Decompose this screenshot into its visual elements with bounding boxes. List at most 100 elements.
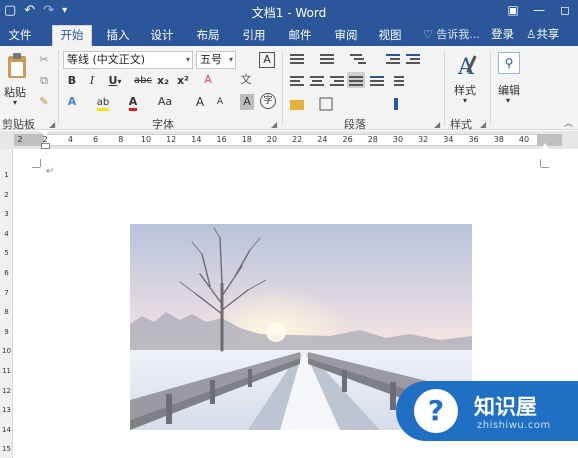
ruler-tick-label: 28 — [367, 135, 378, 144]
font-size-select[interactable]: 五号 ▾ — [196, 51, 236, 69]
paragraph-launcher-icon[interactable]: ◢ — [434, 120, 440, 129]
ribbon-home: 粘贴 ▾ ✂ ⧉ ✎ 剪贴板 ◢ 等线 (中文正文) ▾ 五号 ▾ A A 文 B … — [0, 46, 578, 131]
tab-home[interactable]: 开始 — [52, 25, 92, 46]
crop-mark — [32, 167, 40, 168]
ruler-tick-label: 3 — [4, 210, 9, 219]
login-link[interactable]: 登录 — [491, 26, 514, 42]
ruler-tick-label: 22 — [292, 135, 303, 144]
cut-icon[interactable]: ✂ — [36, 52, 52, 68]
font-color-button[interactable]: A — [122, 94, 144, 111]
watermark-domain: zhishiwu.com — [477, 420, 551, 431]
paste-button[interactable]: 粘贴 ▾ — [4, 52, 30, 108]
strikethrough-button[interactable]: abc — [132, 73, 154, 89]
clear-format-icon[interactable]: A — [200, 72, 216, 88]
decrease-indent-icon — [386, 54, 400, 56]
collapse-ribbon-icon[interactable]: ︿ — [564, 116, 573, 129]
ruler-tick-label: 13 — [2, 406, 11, 415]
char-border-icon[interactable]: A — [259, 52, 275, 68]
styles-launcher-icon[interactable]: ◢ — [480, 120, 486, 129]
shading-icon — [290, 100, 304, 110]
format-painter-icon[interactable]: ✎ — [36, 94, 52, 110]
ruler-tick-label: 10 — [2, 347, 11, 356]
vertical-ruler[interactable]: 1 2 3 4 5 6 7 8 9 10 11 12 13 14 15 — [0, 149, 13, 458]
ruler-tick-label: 5 — [4, 249, 9, 258]
crop-mark — [541, 167, 549, 168]
copy-icon[interactable]: ⧉ — [36, 73, 52, 89]
paragraph-mark: ↵ — [46, 166, 55, 177]
ruler-tick-label: 2 — [17, 135, 23, 144]
tab-references[interactable]: 引用 — [236, 26, 272, 46]
horizontal-ruler[interactable]: 2 2 4 6 8 10 12 14 16 18 20 22 24 26 28 30 32 34 36 38 40 — [0, 131, 578, 149]
tab-mailings[interactable]: 邮件 — [282, 26, 318, 46]
maximize-button[interactable]: ◻ — [552, 0, 578, 22]
ruler-tick-label: 8 — [4, 308, 9, 317]
pinyin-guide-icon[interactable]: 文 — [238, 72, 254, 88]
styles-group-label: 样式 — [450, 118, 472, 131]
clipboard-icon — [8, 53, 26, 78]
font-name-select[interactable]: 等线 (中文正文) ▾ — [63, 51, 193, 69]
ruler-tick-label: 6 — [93, 135, 99, 144]
highlight-button[interactable]: ab — [92, 94, 114, 111]
editing-button[interactable]: ⚲ 编辑 ▾ — [496, 50, 524, 110]
underline-button[interactable]: U▾ — [104, 73, 126, 90]
chevron-down-icon: ▾ — [117, 77, 122, 86]
ruler-tick-label: 4 — [4, 229, 9, 238]
share-button[interactable]: ♙共享 — [526, 26, 559, 42]
site-watermark: ? 知识屋 zhishiwu.com — [396, 381, 578, 441]
paste-label: 粘贴 — [4, 86, 26, 99]
tell-me-box[interactable]: ♡ 告诉我... — [423, 26, 480, 42]
char-shading-button[interactable]: A — [240, 94, 254, 110]
font-group-label: 字体 — [152, 118, 174, 131]
ruler-tick-label: 12 — [166, 135, 177, 144]
ruler-tick-label: 11 — [2, 367, 11, 375]
tab-file[interactable]: 文件 — [2, 26, 38, 46]
separator — [444, 50, 445, 126]
ruler-tick-label: 30 — [392, 135, 404, 144]
svg-text:A: A — [457, 55, 475, 78]
change-case-button[interactable]: Aa — [154, 94, 176, 110]
borders-icon — [319, 97, 333, 111]
ruler-tick-label: 26 — [342, 135, 353, 144]
line-spacing-icon — [394, 76, 404, 78]
separator — [282, 50, 283, 126]
ruler-tick-label: 14 — [2, 425, 11, 434]
text-effects-button[interactable]: A — [65, 94, 79, 110]
ruler-tick-label: 15 — [2, 445, 11, 454]
tab-view[interactable]: 视图 — [372, 26, 408, 46]
tab-layout[interactable]: 布局 — [190, 26, 226, 46]
ruler-tick-label: 36 — [468, 135, 479, 144]
person-icon: ♙ — [526, 27, 537, 41]
font-launcher-icon[interactable]: ◢ — [271, 120, 277, 129]
tab-insert[interactable]: 插入 — [100, 26, 136, 46]
ruler-tick-label: 1 — [4, 171, 9, 179]
ruler-tick-label: 2 — [4, 190, 9, 199]
paragraph-group-label: 段落 — [344, 118, 366, 131]
ruler-tick-label: 40 — [518, 135, 530, 144]
ruler-tick-label: 34 — [443, 135, 454, 144]
ruler-tick-label: 32 — [418, 135, 429, 144]
multilevel-icon — [350, 54, 362, 56]
lightbulb-icon: ♡ — [423, 28, 433, 41]
tab-design[interactable]: 设计 — [144, 26, 180, 46]
separator — [490, 50, 491, 126]
clipboard-launcher-icon[interactable]: ◢ — [49, 120, 55, 129]
shrink-font-button[interactable]: A — [213, 94, 227, 110]
subscript-button[interactable]: x₂ — [155, 73, 171, 89]
ruler-tick-label: 8 — [118, 135, 124, 144]
search-icon: ⚲ — [498, 52, 520, 74]
styles-button[interactable]: A 样式 ▾ — [452, 50, 482, 110]
bold-button[interactable]: B — [65, 73, 79, 89]
grow-font-button[interactable]: A — [193, 94, 207, 110]
ruler-tick-label: 9 — [4, 327, 9, 336]
minimize-button[interactable]: — — [526, 0, 552, 22]
tab-review[interactable]: 审阅 — [328, 26, 364, 46]
ruler-tick-label: 24 — [317, 135, 328, 144]
ruler-tick-label: 38 — [493, 135, 504, 144]
question-mark-icon: ? — [414, 389, 458, 433]
enclose-char-button[interactable]: 字 — [260, 93, 276, 109]
bullets-icon — [290, 54, 304, 56]
ribbon-options-button[interactable]: ▣ — [500, 0, 526, 22]
italic-button[interactable]: I — [85, 73, 99, 89]
clipboard-group-label: 剪贴板 — [2, 118, 35, 131]
superscript-button[interactable]: x² — [175, 73, 191, 89]
